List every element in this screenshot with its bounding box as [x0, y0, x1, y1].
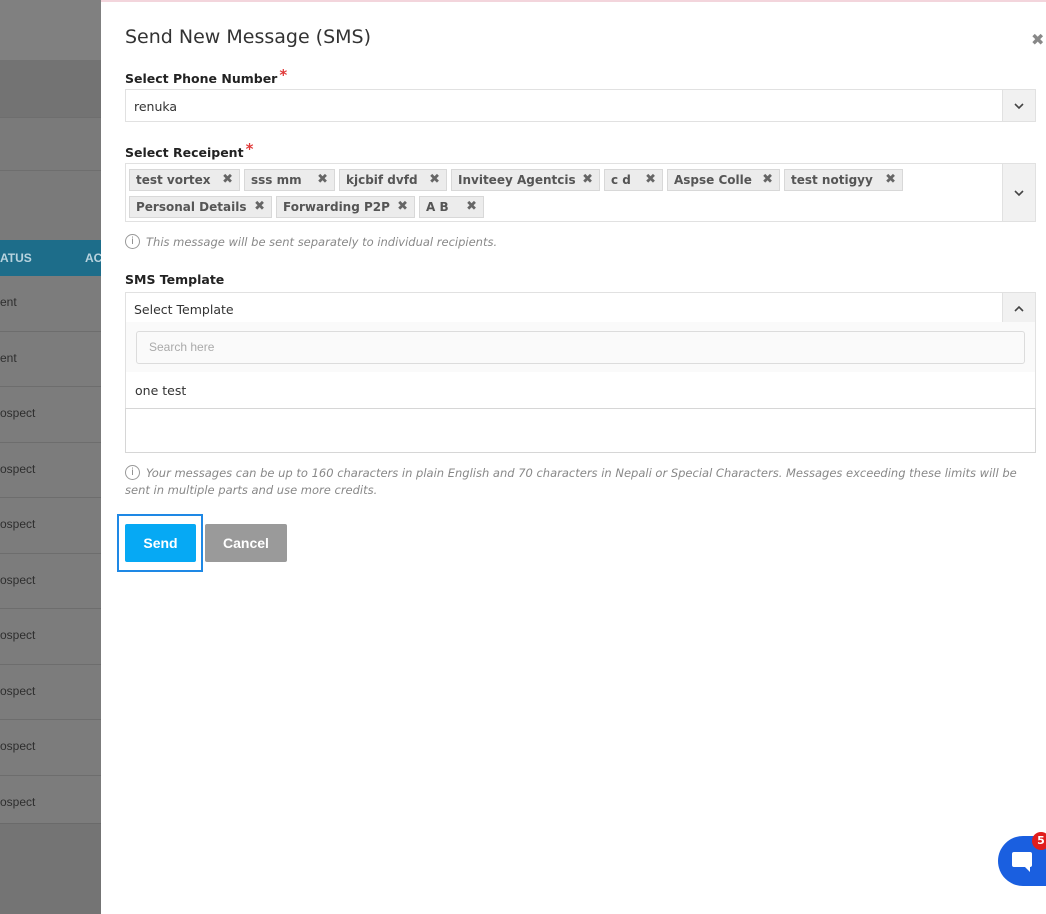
- bg-row-status: ospect: [0, 739, 36, 753]
- info-icon: i: [125, 234, 140, 249]
- table-row: ent: [0, 331, 101, 387]
- tag-label: kjcbif dvfd: [346, 173, 418, 187]
- chat-badge: 5: [1032, 832, 1046, 850]
- template-value: Select Template: [134, 302, 234, 317]
- bg-band: [0, 60, 101, 117]
- tag-label: test vortex: [136, 173, 211, 187]
- bg-table-rows: ent ent ospect ospect ospect ospect ospe…: [0, 276, 101, 831]
- bg-row-status: ent: [0, 295, 17, 309]
- recipient-tag: test notigyy ✖: [784, 169, 903, 191]
- bg-row-status: ospect: [0, 406, 36, 420]
- bg-table-header: ATUS AC: [0, 240, 103, 276]
- table-row: ent: [0, 276, 101, 332]
- table-row: ospect: [0, 553, 101, 609]
- template-option[interactable]: one test: [135, 383, 186, 398]
- bg-row-status: ent: [0, 350, 17, 365]
- required-mark: *: [245, 140, 254, 158]
- recipient-label-text: Select Receipent: [125, 145, 244, 160]
- tag-label: Inviteey Agentcis: [458, 173, 576, 187]
- bg-row-status: ospect: [0, 683, 36, 698]
- recipient-multiselect[interactable]: test vortex ✖ sss mm ✖ kjcbif dvfd ✖ Invite…: [125, 163, 1036, 222]
- chevron-down-icon[interactable]: [1002, 164, 1035, 221]
- phone-number-label: Select Phone Number *: [125, 66, 288, 87]
- table-row: ospect: [0, 387, 101, 443]
- bg-top-band: [0, 0, 101, 60]
- recipient-tag: Forwarding P2P ✖: [276, 196, 415, 218]
- recipient-tag: kjcbif dvfd ✖: [339, 169, 447, 191]
- tag-label: Aspse Colle: [674, 173, 752, 187]
- phone-number-select[interactable]: renuka: [125, 89, 1036, 122]
- remove-tag-icon[interactable]: ✖: [885, 170, 896, 190]
- recipient-tag: test vortex ✖: [129, 169, 240, 191]
- phone-number-value: renuka: [134, 99, 178, 114]
- bg-row-status: ospect: [0, 517, 36, 531]
- modal-title: Send New Message (SMS): [125, 26, 372, 48]
- recipient-tag: Aspse Colle ✖: [667, 169, 780, 191]
- remove-tag-icon[interactable]: ✖: [762, 170, 773, 190]
- tag-label: Personal Details: [136, 200, 247, 214]
- table-row: ospect: [0, 498, 101, 554]
- table-row: ospect: [0, 720, 101, 776]
- remove-tag-icon[interactable]: ✖: [254, 197, 265, 217]
- phone-number-label-text: Select Phone Number: [125, 71, 278, 86]
- remove-tag-icon[interactable]: ✖: [645, 170, 656, 190]
- bg-action-header: AC: [85, 251, 103, 265]
- tag-label: sss mm: [251, 173, 302, 187]
- info-icon: i: [125, 465, 140, 480]
- bg-row-status: ospect: [0, 461, 36, 476]
- template-select[interactable]: Select Template: [125, 292, 1036, 324]
- bg-row-status: ospect: [0, 794, 36, 809]
- recipient-info: i This message will be sent separately to…: [125, 234, 1025, 251]
- tag-label: Forwarding P2P: [283, 200, 390, 214]
- recipient-info-text: This message will be sent separately to …: [146, 235, 498, 249]
- table-row: ospect: [0, 442, 101, 498]
- message-textarea[interactable]: [125, 408, 1036, 453]
- recipient-tag: Inviteey Agentcis ✖: [451, 169, 600, 191]
- recipient-label: Select Receipent *: [125, 140, 254, 161]
- remove-tag-icon[interactable]: ✖: [222, 170, 233, 190]
- bg-row-status: ospect: [0, 628, 36, 642]
- required-mark: *: [279, 66, 288, 84]
- remove-tag-icon[interactable]: ✖: [397, 197, 408, 217]
- bg-band: [0, 117, 101, 171]
- bg-row-status: ospect: [0, 572, 36, 587]
- remove-tag-icon[interactable]: ✖: [429, 170, 440, 190]
- table-row: ospect: [0, 609, 101, 665]
- sms-limit-info: i Your messages can be up to 160 characte…: [125, 465, 1025, 499]
- bg-bottom-band: [0, 823, 101, 914]
- sms-limit-info-text: Your messages can be up to 160 character…: [125, 466, 1017, 497]
- close-icon[interactable]: ✖: [1031, 30, 1044, 49]
- recipient-tag: Personal Details ✖: [129, 196, 272, 218]
- chat-icon: [1012, 852, 1032, 872]
- chevron-down-icon[interactable]: [1002, 90, 1035, 121]
- send-button[interactable]: Send: [125, 524, 196, 562]
- table-row: ospect: [0, 664, 101, 720]
- recipient-tag: A B ✖: [419, 196, 484, 218]
- tag-label: A B: [426, 200, 449, 214]
- tag-label: test notigyy: [791, 173, 873, 187]
- search-wrapper: Search here: [126, 322, 1035, 372]
- cancel-button[interactable]: Cancel: [205, 524, 287, 562]
- remove-tag-icon[interactable]: ✖: [582, 170, 593, 190]
- bg-band: [0, 170, 101, 241]
- tag-label: c d: [611, 173, 631, 187]
- template-label: SMS Template: [125, 272, 225, 287]
- template-dropdown: Search here one test: [125, 322, 1036, 409]
- chevron-up-icon[interactable]: [1002, 293, 1035, 324]
- recipient-tag: c d ✖: [604, 169, 663, 191]
- remove-tag-icon[interactable]: ✖: [466, 197, 477, 217]
- recipient-tag: sss mm ✖: [244, 169, 335, 191]
- send-sms-modal: Send New Message (SMS) ✖ Select Phone Nu…: [101, 0, 1046, 913]
- remove-tag-icon[interactable]: ✖: [317, 170, 328, 190]
- template-search-input[interactable]: Search here: [136, 331, 1025, 364]
- bg-status-header: ATUS: [0, 251, 32, 265]
